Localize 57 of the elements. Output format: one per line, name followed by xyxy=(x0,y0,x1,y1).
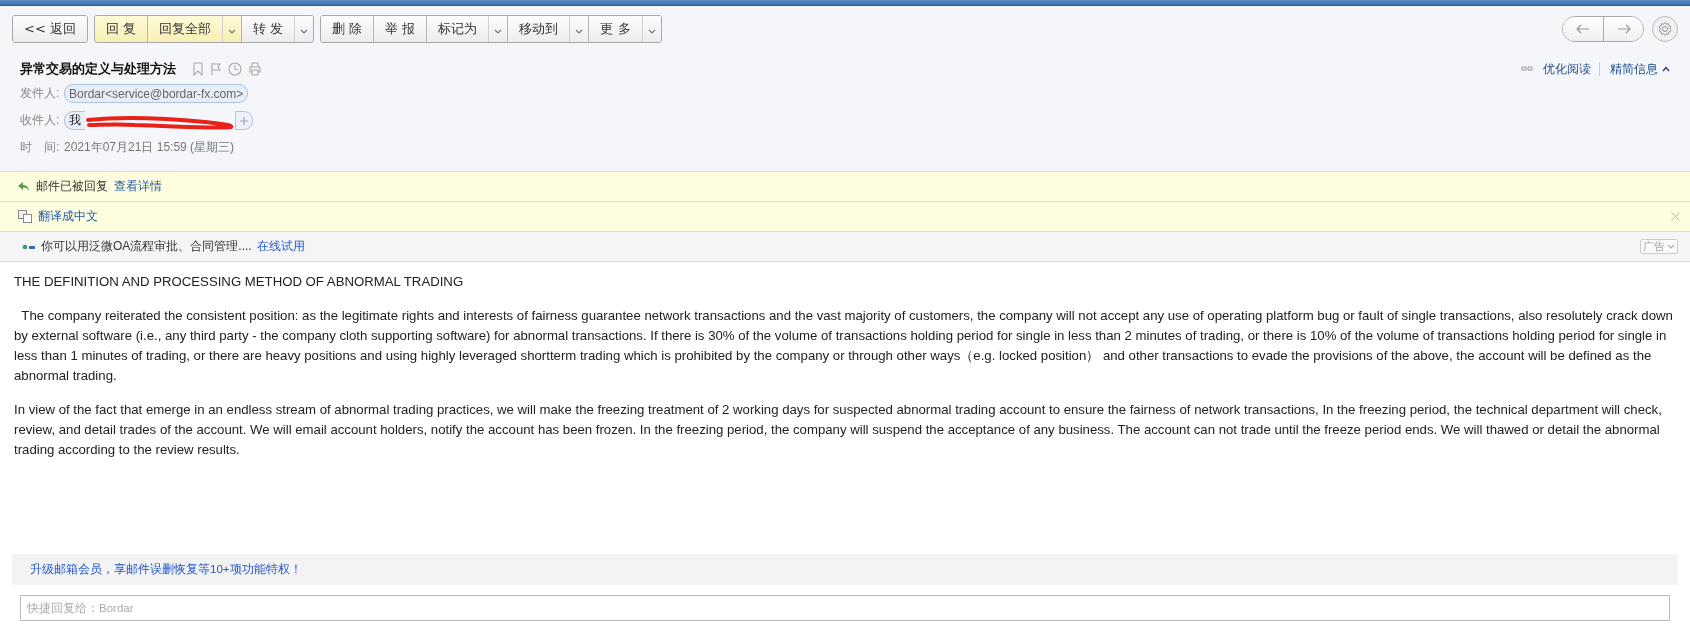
caret-icon xyxy=(228,28,237,34)
toolbar-button[interactable]: 转 发 xyxy=(241,16,295,42)
toolbar-button[interactable]: 回 复 xyxy=(94,16,148,42)
pager-control[interactable] xyxy=(1562,16,1644,42)
caret-icon xyxy=(300,28,309,34)
email-heading: THE DEFINITION AND PROCESSING METHOD OF ABNORMAL TRADING xyxy=(14,273,465,291)
toolbar-button[interactable]: << 返回 xyxy=(13,16,87,42)
dropdown-button[interactable] xyxy=(488,16,508,42)
clock-icon xyxy=(228,62,242,76)
caret-icon xyxy=(494,28,503,34)
caret-icon xyxy=(1667,244,1675,249)
view-link[interactable]: 精简信息 xyxy=(1610,60,1658,78)
glasses-icon xyxy=(1521,66,1533,72)
plus-icon xyxy=(240,116,248,125)
toolbar-button[interactable]: 移动到 xyxy=(507,16,570,42)
quick-reply-field[interactable]: 快捷回复给：Bordar xyxy=(20,595,1670,621)
field-label: 发件人: xyxy=(20,85,61,102)
left-arrow-icon xyxy=(1576,24,1590,34)
email-paragraph: The company reiterated the consistent position: as the legitimate rights and interests of fairness guarantee network transactions and the vast majority of customers, the company will not accept any use of operating platform bug or fault of single transactions, also resolutely crack down by external software (i.e., any third party - the company cloth supporting software) for abnormal transactions. If there is 30% of the volume of transactions holding period for single in less than 2 minutes of trading, or there is 10% of the volume of transactions holding period for single in less than 1 minutes of trading, or there are heavy positions and using highly leveraged shortterm trading which is prohibited by the company or through other ways（e.g. locked position） and other transactions to evade the provisions of the above, the account will be defined as the abnormal trading. xyxy=(14,307,1674,385)
toolbar-button[interactable]: 更 多 xyxy=(588,16,642,42)
email-paragraph: In view of the fact that emerge in an endless stream of abnormal trading practices, we will make the freezing treatment of 2 working days for suspected abnormal trading account to ensure the fairness of network transactions, In the freezing period, the technical department will check, review, and detail trades of the account. We will email account holders, notify the account has been frozen. In the freezing period, the company will suspend the acceptance of any business. The account can not trade until the freeze period ends. We will thawed or detail the abnormal trading according to the review results. xyxy=(14,401,1663,459)
toolbar-button[interactable]: 标记为 xyxy=(426,16,489,42)
caret-icon xyxy=(647,28,656,34)
sent-time: 2021年07月21日 15:59 (星期三) xyxy=(64,139,235,156)
notice-text: 邮件已被回复 xyxy=(36,178,108,195)
oa-logo-icon xyxy=(22,242,36,251)
field-label: 收件人: xyxy=(20,112,61,129)
translate-icon xyxy=(18,210,32,223)
toolbar-button[interactable]: 回复全部 xyxy=(147,16,223,42)
previous-button[interactable] xyxy=(1563,17,1603,41)
settings-icon xyxy=(1657,21,1673,37)
email-subject: 异常交易的定义与处理方法 xyxy=(20,60,176,78)
toolbar-button[interactable]: 删 除 xyxy=(321,16,374,42)
settings-button[interactable] xyxy=(1652,16,1678,42)
field-label: 时 间: xyxy=(20,139,61,156)
collapse-icon xyxy=(1662,66,1670,72)
details-link[interactable]: 查看详情 xyxy=(114,178,162,195)
reply-arrow-icon xyxy=(18,181,30,192)
contact-chip[interactable]: Bordar<service@bordar-fx.com> xyxy=(64,84,249,103)
dropdown-button[interactable] xyxy=(294,16,314,42)
contact-chip[interactable]: 我 xyxy=(64,111,85,130)
printer-icon xyxy=(248,62,262,76)
next-button[interactable] xyxy=(1603,17,1643,41)
right-arrow-icon xyxy=(1616,24,1631,34)
add-button[interactable] xyxy=(235,111,253,130)
dropdown-button[interactable] xyxy=(569,16,589,42)
toolbar-button[interactable]: 举 报 xyxy=(373,16,427,42)
translate-link[interactable]: 翻译成中文 xyxy=(38,208,98,225)
close-icon xyxy=(1671,212,1680,221)
ad-text: 你可以用泛微OA流程审批、合同管理.... xyxy=(41,238,252,255)
upgrade-link[interactable]: 升级邮箱会员，享邮件误删恢复等10+项功能特权！ xyxy=(30,562,302,577)
ad-link[interactable]: 在线试用 xyxy=(256,238,305,255)
bookmark-icon xyxy=(192,62,204,76)
dropdown-button[interactable] xyxy=(222,16,242,42)
flag-icon xyxy=(210,62,222,76)
caret-icon xyxy=(575,28,584,34)
view-link[interactable]: 优化阅读 xyxy=(1543,60,1591,78)
